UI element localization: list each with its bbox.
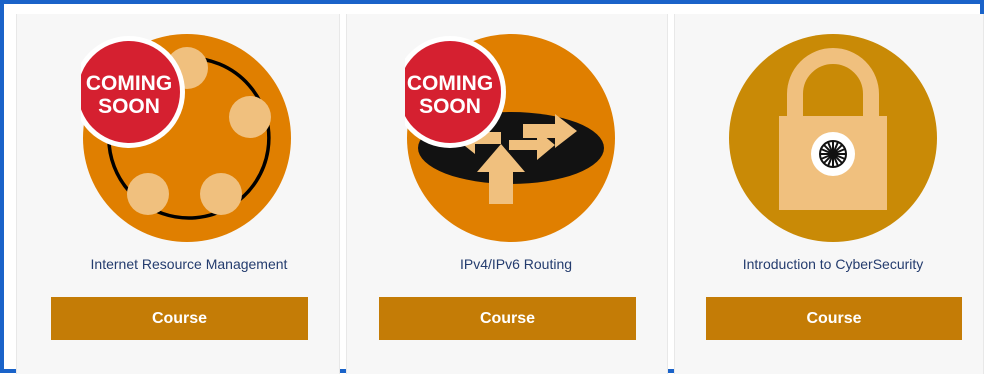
padlock-icon — [729, 34, 937, 242]
course-list-frame: COMING SOON Internet Resource Management… — [0, 0, 984, 374]
course-title[interactable]: IPv4/IPv6 Routing — [347, 256, 667, 272]
router-arrows-icon: COMING SOON — [405, 34, 615, 242]
course-title[interactable]: Internet Resource Management — [17, 256, 339, 272]
resource-cycle-icon: COMING SOON — [81, 34, 291, 242]
badge-text-coming: COMING — [407, 72, 493, 95]
course-card-introduction-to-cybersecurity[interactable]: Introduction to CyberSecurity Course — [674, 14, 984, 374]
course-button[interactable]: Course — [706, 297, 962, 340]
badge-text-soon: SOON — [98, 95, 160, 118]
course-button[interactable]: Course — [51, 297, 308, 340]
badge-text-soon: SOON — [419, 95, 481, 118]
course-title[interactable]: Introduction to CyberSecurity — [675, 256, 983, 272]
course-button[interactable]: Course — [379, 297, 636, 340]
course-card-internet-resource-management[interactable]: COMING SOON Internet Resource Management… — [16, 14, 340, 374]
course-card-ipv4-ipv6-routing[interactable]: COMING SOON IPv4/IPv6 Routing Course — [346, 14, 668, 374]
badge-text-coming: COMING — [86, 72, 172, 95]
